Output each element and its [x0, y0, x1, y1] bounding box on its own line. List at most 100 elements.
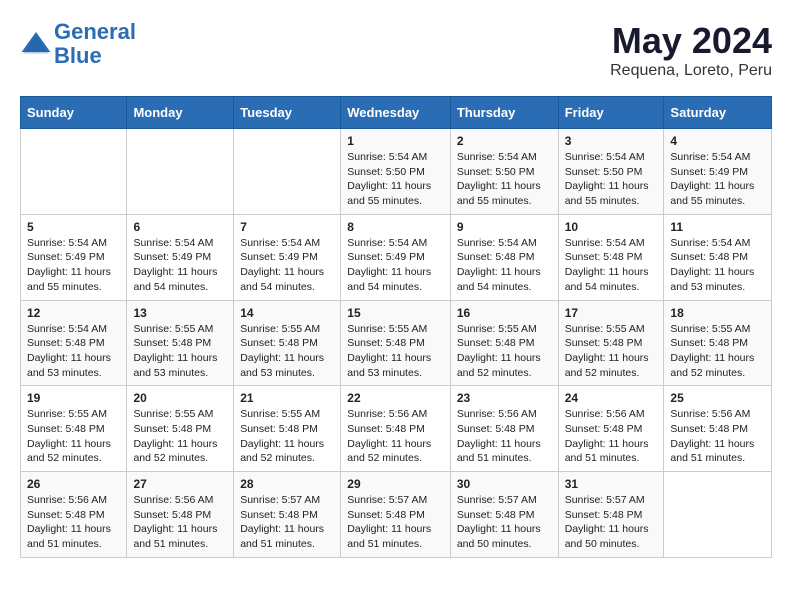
day-number: 30 [457, 477, 552, 491]
day-info: Sunrise: 5:55 AM Sunset: 5:48 PM Dayligh… [27, 407, 120, 466]
calendar-week-row: 5 Sunrise: 5:54 AM Sunset: 5:49 PM Daylig… [21, 214, 772, 300]
header-tuesday: Tuesday [234, 97, 341, 129]
day-info: Sunrise: 5:55 AM Sunset: 5:48 PM Dayligh… [133, 322, 227, 381]
calendar-day-1: 1 Sunrise: 5:54 AM Sunset: 5:50 PM Daylig… [341, 129, 451, 215]
day-info: Sunrise: 5:55 AM Sunset: 5:48 PM Dayligh… [347, 322, 444, 381]
header-sunday: Sunday [21, 97, 127, 129]
day-info: Sunrise: 5:54 AM Sunset: 5:50 PM Dayligh… [457, 150, 552, 209]
calendar-day-4: 4 Sunrise: 5:54 AM Sunset: 5:49 PM Daylig… [664, 129, 772, 215]
day-info: Sunrise: 5:56 AM Sunset: 5:48 PM Dayligh… [133, 493, 227, 552]
calendar-day-30: 30 Sunrise: 5:57 AM Sunset: 5:48 PM Dayli… [450, 472, 558, 558]
calendar-day-18: 18 Sunrise: 5:55 AM Sunset: 5:48 PM Dayli… [664, 300, 772, 386]
day-number: 17 [565, 306, 658, 320]
day-info: Sunrise: 5:56 AM Sunset: 5:48 PM Dayligh… [565, 407, 658, 466]
day-info: Sunrise: 5:55 AM Sunset: 5:48 PM Dayligh… [240, 407, 334, 466]
month-title: May 2024 [610, 20, 772, 62]
calendar-day-19: 19Sunrise: 5:55 AM Sunset: 5:48 PM Dayli… [21, 386, 127, 472]
day-number: 1 [347, 134, 444, 148]
day-number: 15 [347, 306, 444, 320]
calendar-week-row: 26 Sunrise: 5:56 AM Sunset: 5:48 PM Dayli… [21, 472, 772, 558]
day-number: 25 [670, 391, 765, 405]
day-number: 7 [240, 220, 334, 234]
day-info: Sunrise: 5:54 AM Sunset: 5:49 PM Dayligh… [27, 236, 120, 295]
day-number: 20 [133, 391, 227, 405]
day-info: Sunrise: 5:56 AM Sunset: 5:48 PM Dayligh… [27, 493, 120, 552]
calendar-empty-cell [234, 129, 341, 215]
calendar-empty-cell [21, 129, 127, 215]
calendar-day-12: 12 Sunrise: 5:54 AM Sunset: 5:48 PM Dayli… [21, 300, 127, 386]
day-info: Sunrise: 5:57 AM Sunset: 5:48 PM Dayligh… [565, 493, 658, 552]
day-number: 21 [240, 391, 334, 405]
day-number: 16 [457, 306, 552, 320]
day-info: Sunrise: 5:57 AM Sunset: 5:48 PM Dayligh… [347, 493, 444, 552]
day-number: 10 [565, 220, 658, 234]
calendar-day-3: 3Sunrise: 5:54 AM Sunset: 5:50 PM Daylig… [558, 129, 664, 215]
day-number: 18 [670, 306, 765, 320]
day-number: 2 [457, 134, 552, 148]
day-number: 14 [240, 306, 334, 320]
day-info: Sunrise: 5:56 AM Sunset: 5:48 PM Dayligh… [670, 407, 765, 466]
day-number: 31 [565, 477, 658, 491]
calendar-day-26: 26 Sunrise: 5:56 AM Sunset: 5:48 PM Dayli… [21, 472, 127, 558]
day-info: Sunrise: 5:55 AM Sunset: 5:48 PM Dayligh… [670, 322, 765, 381]
day-number: 3 [565, 134, 658, 148]
calendar-day-27: 27 Sunrise: 5:56 AM Sunset: 5:48 PM Dayli… [127, 472, 234, 558]
day-info: Sunrise: 5:57 AM Sunset: 5:48 PM Dayligh… [457, 493, 552, 552]
day-info: Sunrise: 5:55 AM Sunset: 5:48 PM Dayligh… [240, 322, 334, 381]
calendar-empty-cell [127, 129, 234, 215]
day-number: 9 [457, 220, 552, 234]
day-info: Sunrise: 5:56 AM Sunset: 5:48 PM Dayligh… [457, 407, 552, 466]
title-block: May 2024 Requena, Loreto, Peru [610, 20, 772, 80]
calendar-day-13: 13Sunrise: 5:55 AM Sunset: 5:48 PM Dayli… [127, 300, 234, 386]
day-number: 22 [347, 391, 444, 405]
day-number: 5 [27, 220, 120, 234]
day-number: 27 [133, 477, 227, 491]
calendar-day-20: 20Sunrise: 5:55 AM Sunset: 5:48 PM Dayli… [127, 386, 234, 472]
calendar-day-10: 10 Sunrise: 5:54 AM Sunset: 5:48 PM Dayli… [558, 214, 664, 300]
day-info: Sunrise: 5:54 AM Sunset: 5:50 PM Dayligh… [347, 150, 444, 209]
day-number: 23 [457, 391, 552, 405]
day-number: 26 [27, 477, 120, 491]
day-info: Sunrise: 5:54 AM Sunset: 5:49 PM Dayligh… [347, 236, 444, 295]
calendar-day-24: 24 Sunrise: 5:56 AM Sunset: 5:48 PM Dayli… [558, 386, 664, 472]
calendar-day-16: 16 Sunrise: 5:55 AM Sunset: 5:48 PM Dayli… [450, 300, 558, 386]
calendar-day-29: 29Sunrise: 5:57 AM Sunset: 5:48 PM Dayli… [341, 472, 451, 558]
day-info: Sunrise: 5:55 AM Sunset: 5:48 PM Dayligh… [565, 322, 658, 381]
day-info: Sunrise: 5:54 AM Sunset: 5:48 PM Dayligh… [27, 322, 120, 381]
calendar-day-15: 15 Sunrise: 5:55 AM Sunset: 5:48 PM Dayli… [341, 300, 451, 386]
day-info: Sunrise: 5:57 AM Sunset: 5:48 PM Dayligh… [240, 493, 334, 552]
header-monday: Monday [127, 97, 234, 129]
day-number: 11 [670, 220, 765, 234]
day-info: Sunrise: 5:54 AM Sunset: 5:48 PM Dayligh… [565, 236, 658, 295]
header-wednesday: Wednesday [341, 97, 451, 129]
day-number: 12 [27, 306, 120, 320]
calendar-day-8: 8 Sunrise: 5:54 AM Sunset: 5:49 PM Daylig… [341, 214, 451, 300]
calendar-header-row: SundayMondayTuesdayWednesdayThursdayFrid… [21, 97, 772, 129]
day-number: 6 [133, 220, 227, 234]
day-info: Sunrise: 5:56 AM Sunset: 5:48 PM Dayligh… [347, 407, 444, 466]
day-number: 4 [670, 134, 765, 148]
day-number: 8 [347, 220, 444, 234]
calendar-day-23: 23 Sunrise: 5:56 AM Sunset: 5:48 PM Dayli… [450, 386, 558, 472]
day-number: 28 [240, 477, 334, 491]
day-info: Sunrise: 5:54 AM Sunset: 5:49 PM Dayligh… [133, 236, 227, 295]
logo-icon [20, 28, 52, 60]
calendar-day-22: 22 Sunrise: 5:56 AM Sunset: 5:48 PM Dayli… [341, 386, 451, 472]
logo-text: General Blue [54, 20, 136, 68]
day-info: Sunrise: 5:54 AM Sunset: 5:49 PM Dayligh… [670, 150, 765, 209]
calendar-day-7: 7 Sunrise: 5:54 AM Sunset: 5:49 PM Daylig… [234, 214, 341, 300]
day-info: Sunrise: 5:54 AM Sunset: 5:49 PM Dayligh… [240, 236, 334, 295]
header-saturday: Saturday [664, 97, 772, 129]
calendar-week-row: 1 Sunrise: 5:54 AM Sunset: 5:50 PM Daylig… [21, 129, 772, 215]
logo: General Blue [20, 20, 136, 68]
calendar-week-row: 12 Sunrise: 5:54 AM Sunset: 5:48 PM Dayli… [21, 300, 772, 386]
page-header: General Blue May 2024 Requena, Loreto, P… [20, 20, 772, 80]
calendar-day-28: 28 Sunrise: 5:57 AM Sunset: 5:48 PM Dayli… [234, 472, 341, 558]
day-info: Sunrise: 5:54 AM Sunset: 5:48 PM Dayligh… [670, 236, 765, 295]
day-number: 24 [565, 391, 658, 405]
header-friday: Friday [558, 97, 664, 129]
calendar-day-5: 5 Sunrise: 5:54 AM Sunset: 5:49 PM Daylig… [21, 214, 127, 300]
calendar-day-31: 31 Sunrise: 5:57 AM Sunset: 5:48 PM Dayli… [558, 472, 664, 558]
day-info: Sunrise: 5:55 AM Sunset: 5:48 PM Dayligh… [457, 322, 552, 381]
location: Requena, Loreto, Peru [610, 62, 772, 80]
